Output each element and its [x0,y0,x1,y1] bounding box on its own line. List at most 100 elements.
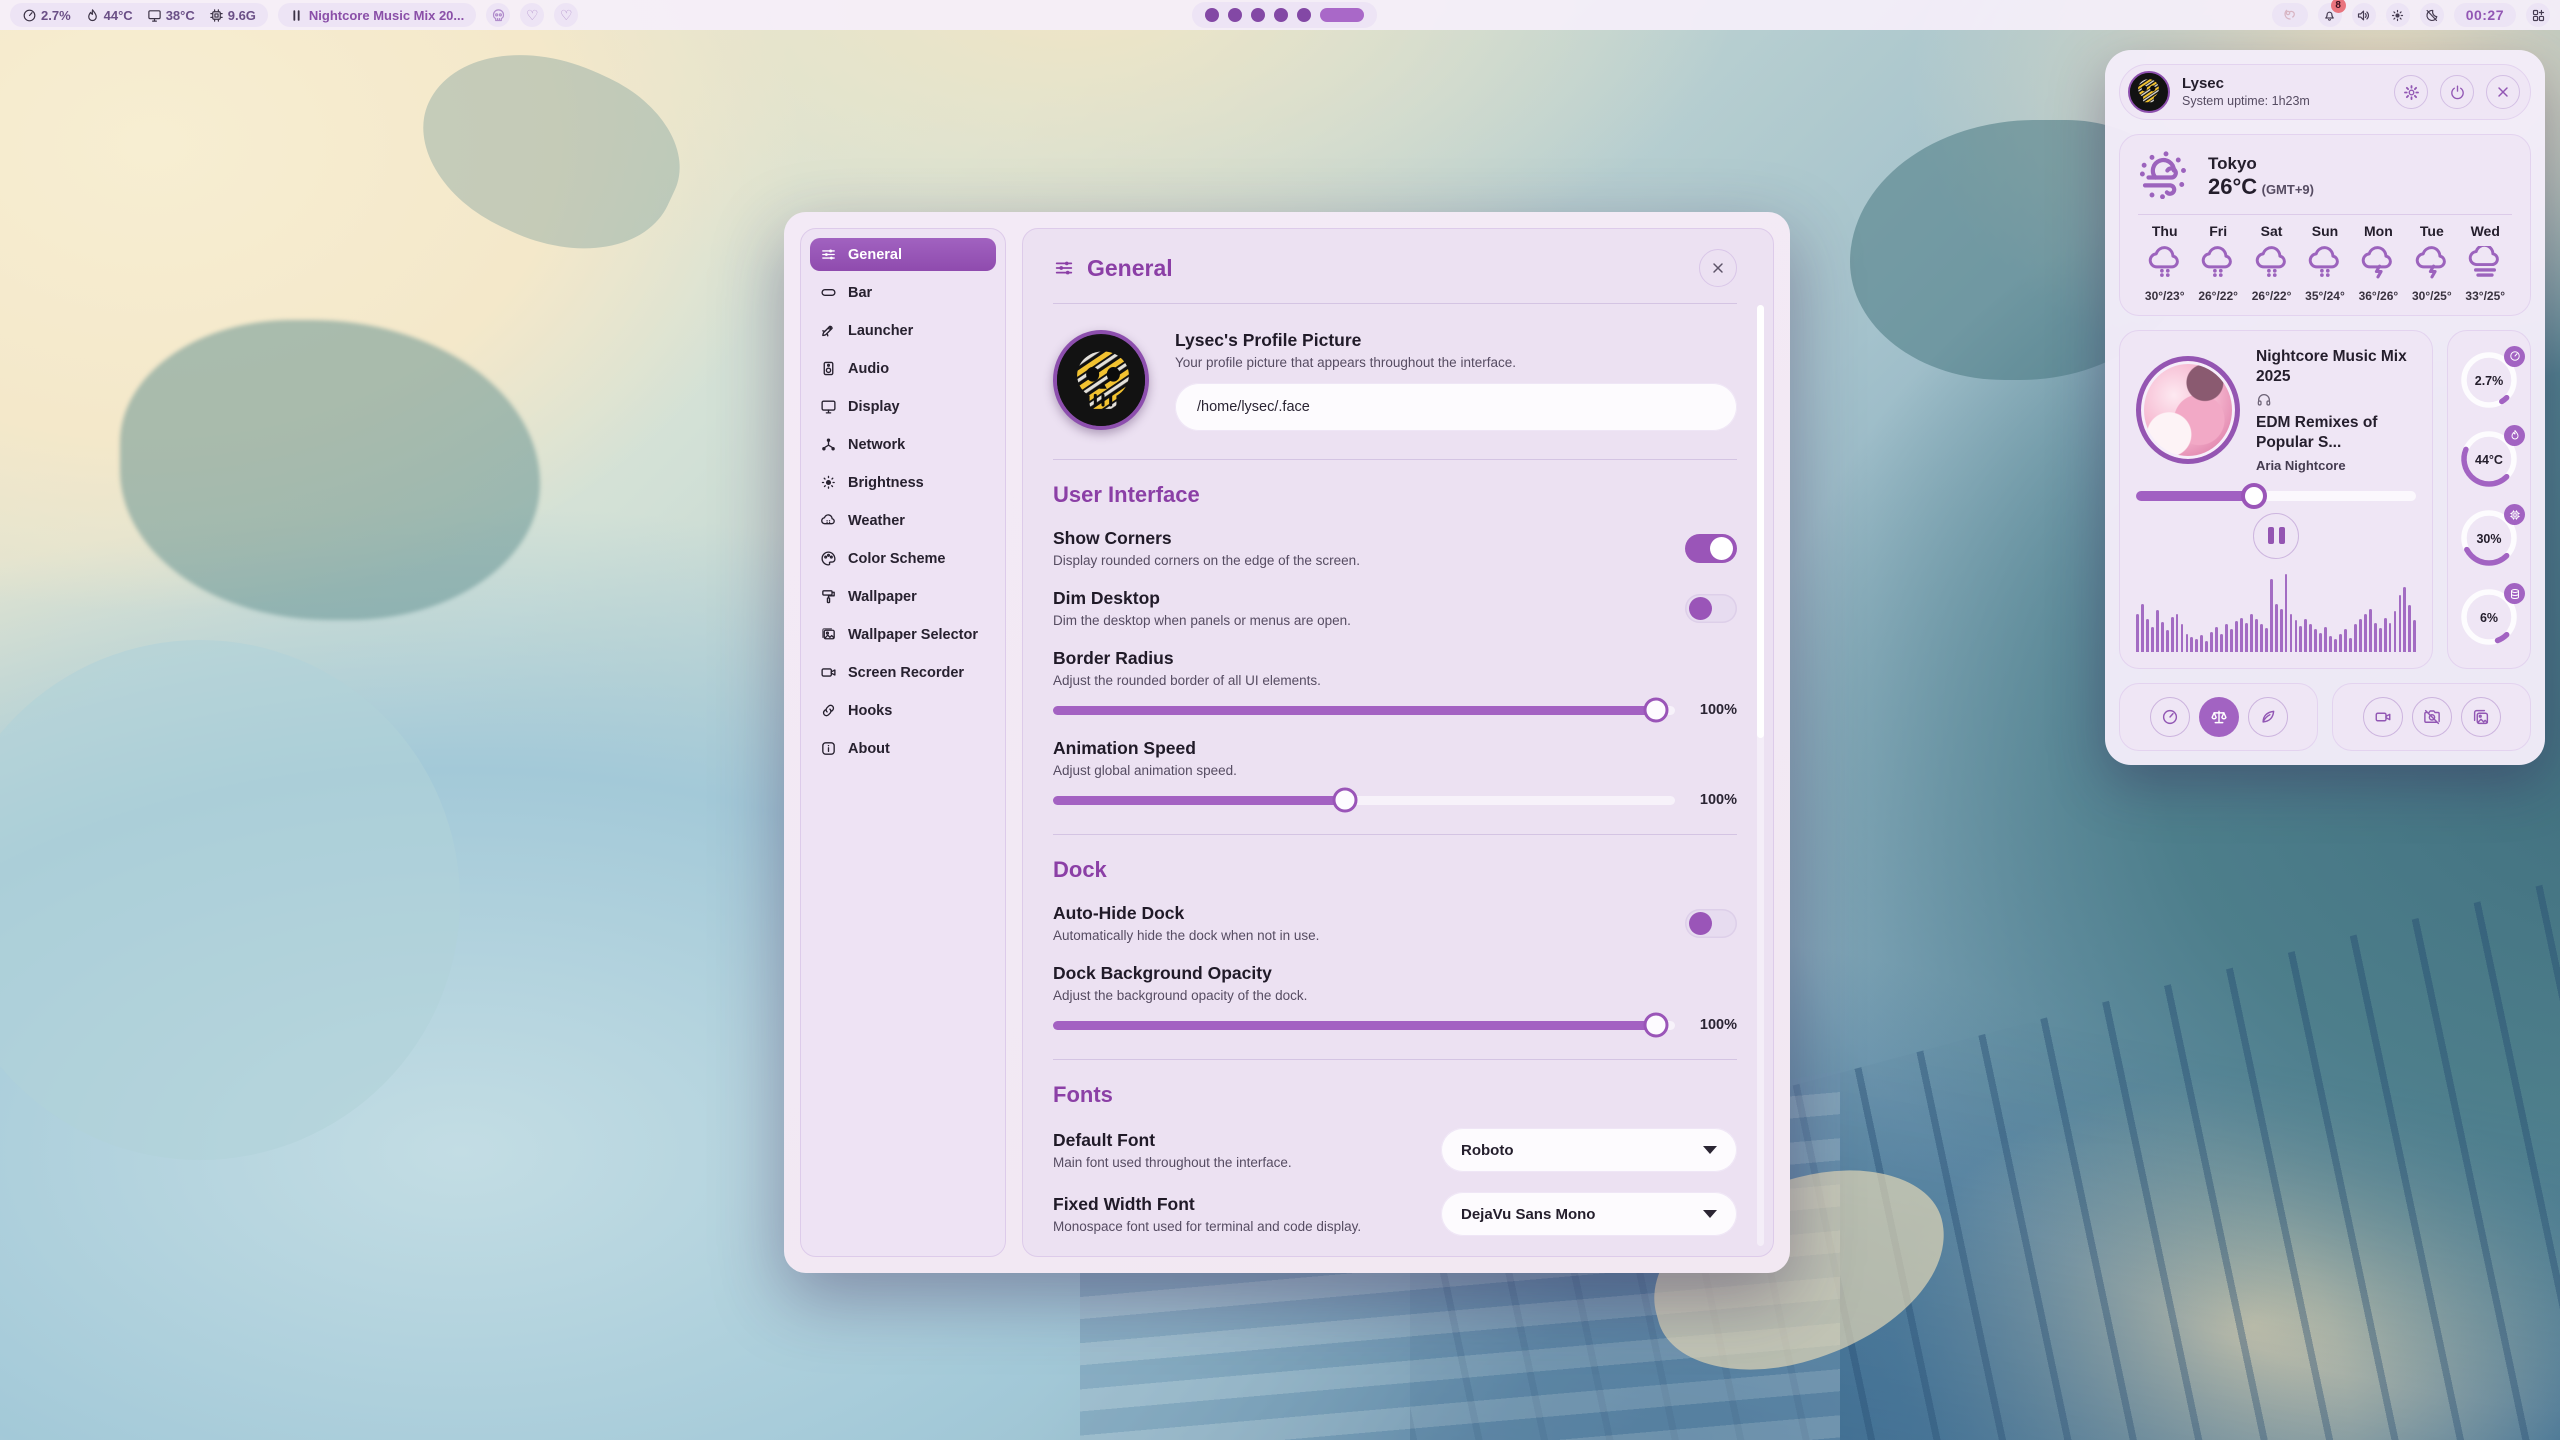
slider-knob[interactable] [1644,1013,1669,1038]
info-icon [820,740,837,757]
show-corners-toggle[interactable] [1685,534,1737,563]
sidebar-label: Hooks [848,703,892,719]
desktop: 2.7% 44°C 38°C 9.6G Nightcore Music Mix … [0,0,2560,1440]
forecast-day: Sun 35°/24° [2298,223,2351,303]
panel-middle-row: Nightcore Music Mix 2025 EDM Remixes of … [2119,330,2531,669]
disk-gauge: 6% [2458,586,2520,650]
sidebar-item-wallpaper[interactable]: Wallpaper [810,580,996,613]
forecast-temps: 33°/25° [2459,289,2512,303]
setting-border-radius: Border Radius Adjust the rounded border … [1053,648,1737,718]
sidebar-item-weather[interactable]: Weather [810,504,996,537]
forecast-temps: 36°/26° [2352,289,2405,303]
scrollbar-thumb[interactable] [1757,305,1764,738]
bar-media-widget[interactable]: Nightcore Music Mix 20... [278,3,476,27]
performance-profile-button[interactable] [2150,697,2190,737]
cpu-gauge-icon [2504,346,2525,367]
workspace-dot-5[interactable] [1297,8,1311,22]
border-radius-slider[interactable] [1053,706,1675,715]
setting-label: Dock Background Opacity [1053,963,1737,984]
dim-desktop-toggle[interactable] [1685,594,1737,623]
scrollbar[interactable] [1757,305,1764,1246]
dashboard-button[interactable] [2526,3,2550,27]
wallpaper-foliage [0,640,460,1160]
skull-avatar-art [1057,334,1149,430]
sidebar-item-audio[interactable]: Audio [810,352,996,385]
gpu-stat: 38°C [147,8,195,23]
slider-fill [1053,706,1656,715]
sidebar-item-about[interactable]: About [810,732,996,765]
forecast-day-name: Sun [2298,223,2351,239]
panel-settings-button[interactable] [2394,75,2428,109]
sidebar-item-screen-recorder[interactable]: Screen Recorder [810,656,996,689]
moon-off-icon [2424,8,2439,23]
panel-bottom-row [2119,683,2531,751]
sidebar-item-display[interactable]: Display [810,390,996,423]
sidebar-item-color-scheme[interactable]: Color Scheme [810,542,996,575]
user-avatar[interactable] [2128,71,2170,113]
forecast-day-name: Thu [2138,223,2191,239]
power-button[interactable] [2440,75,2474,109]
system-stats-pill[interactable]: 2.7% 44°C 38°C 9.6G [10,3,268,27]
play-pause-button[interactable] [2253,513,2299,559]
forecast-day-name: Tue [2405,223,2458,239]
animation-speed-slider[interactable] [1053,796,1675,805]
temperature-flame-icon [85,8,100,23]
cpu-stat-value: 2.7% [41,8,71,23]
slider-knob[interactable] [1333,788,1358,813]
sidebar-label: Weather [848,513,905,529]
default-font-dropdown[interactable]: Roboto [1441,1128,1737,1172]
sidebar-item-brightness[interactable]: Brightness [810,466,996,499]
slider-knob[interactable] [1644,698,1669,723]
power-icon [2449,84,2466,101]
album-art[interactable] [2136,356,2240,464]
workspace-dot-2[interactable] [1228,8,1242,22]
volume-button[interactable] [2352,3,2376,27]
camera-off-button[interactable] [2412,697,2452,737]
setting-texts: Dim Desktop Dim the desktop when panels … [1053,588,1685,628]
screenshots-gallery-button[interactable] [2461,697,2501,737]
workspace-indicator[interactable] [1192,2,1377,28]
close-window-button[interactable] [1699,249,1737,287]
heart-button-1[interactable]: ♡ [520,3,544,27]
pause-icon [2268,527,2274,544]
sidebar-label: Launcher [848,323,913,339]
workspace-active-pill[interactable] [1320,8,1364,22]
brightness-button[interactable] [2386,3,2410,27]
forecast-temps: 26°/22° [2245,289,2298,303]
sidebar-item-general[interactable]: General [810,238,996,271]
fixed-font-dropdown[interactable]: DejaVu Sans Mono [1441,1192,1737,1236]
sidebar-item-wallpaper-selector[interactable]: Wallpaper Selector [810,618,996,651]
divider [2138,214,2512,215]
media-progress-slider[interactable] [2136,491,2416,501]
sidebar-item-hooks[interactable]: Hooks [810,694,996,727]
bar-right-group: 8 00:27 [2272,3,2550,27]
cloud-lightning-icon [2413,246,2451,280]
sidebar-label: Audio [848,361,889,377]
screen-record-button[interactable] [2363,697,2403,737]
night-light-button[interactable] [2420,3,2444,27]
workspace-dot-1[interactable] [1205,8,1219,22]
heart-button-2[interactable]: ♡ [554,3,578,27]
powersave-profile-button[interactable] [2248,697,2288,737]
billboard-font-dropdown[interactable] [1441,1256,1737,1257]
sidebar-item-launcher[interactable]: Launcher [810,314,996,347]
workspace-dot-3[interactable] [1251,8,1265,22]
panel-close-button[interactable] [2486,75,2520,109]
skull-button[interactable] [486,3,510,27]
profile-avatar[interactable] [1053,330,1149,430]
workspace-dot-4[interactable] [1274,8,1288,22]
setting-auto-hide-dock: Auto-Hide Dock Automatically hide the do… [1053,903,1737,943]
notifications-button[interactable]: 8 [2318,3,2342,27]
auto-hide-dock-toggle[interactable] [1685,909,1737,938]
clock-widget[interactable]: 00:27 [2454,3,2516,27]
profile-path-input[interactable] [1175,383,1737,431]
slider-knob[interactable] [2241,483,2267,509]
balanced-profile-button[interactable] [2199,697,2239,737]
chevron-down-icon [1703,1146,1717,1154]
media-title: Nightcore Music Mix 2025 EDM Remixes of … [2256,347,2416,454]
forecast-day-name: Mon [2352,223,2405,239]
sidebar-item-network[interactable]: Network [810,428,996,461]
sidebar-item-bar[interactable]: Bar [810,276,996,309]
system-tray[interactable] [2272,3,2308,27]
dock-opacity-slider[interactable] [1053,1021,1675,1030]
